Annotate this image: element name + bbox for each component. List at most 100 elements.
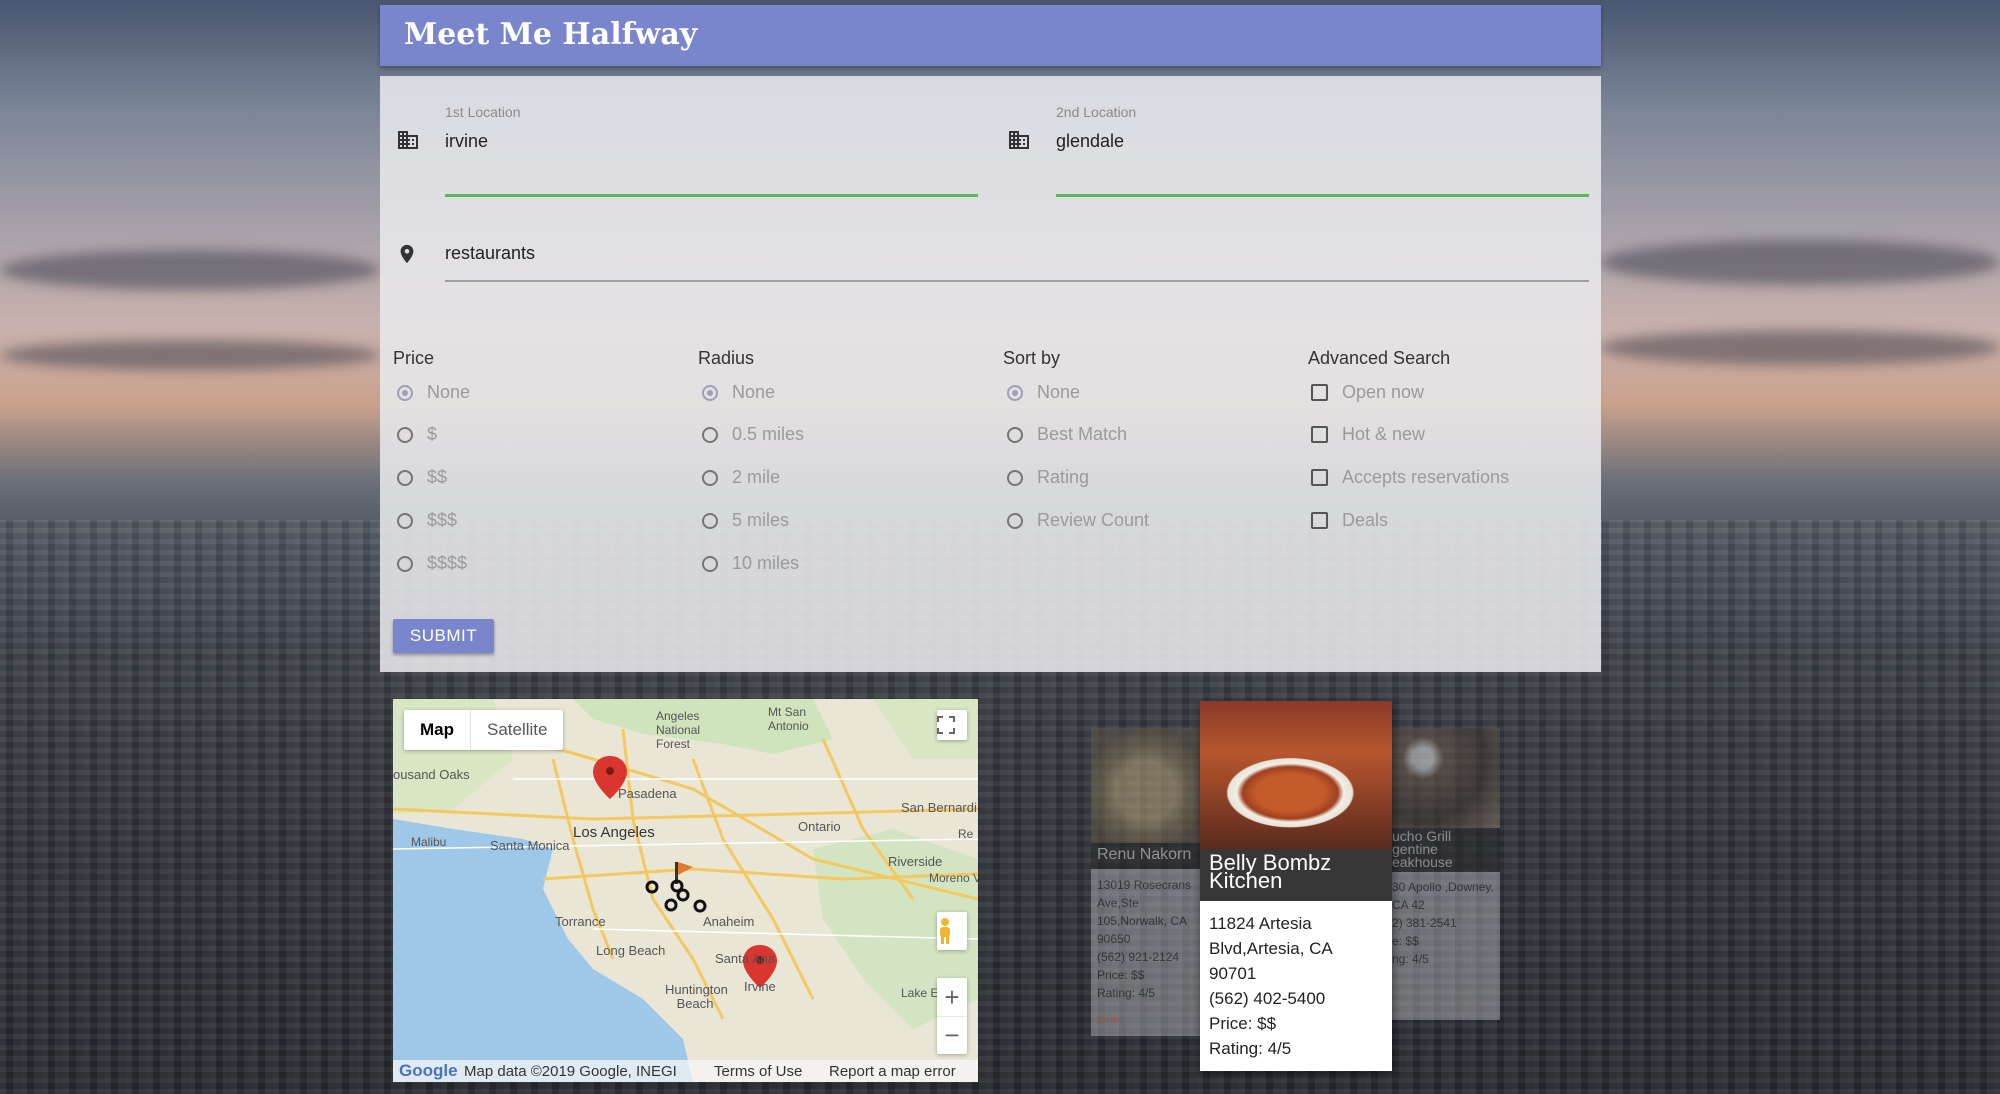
radio-icon[interactable] xyxy=(1007,470,1023,486)
report-map-error-link[interactable]: Report a map error xyxy=(829,1063,956,1080)
map-label: Angeles National Forest xyxy=(656,709,701,751)
background-cloud xyxy=(1600,330,2000,365)
radius-title: Radius xyxy=(698,348,755,368)
restaurant-info: 30 Apollo ,Downey, CA 42 2) 381-2541 e: … xyxy=(1390,878,1500,968)
restaurant-address: 13019 Rosecrans Ave,Ste 105,Norwalk, CA … xyxy=(1097,878,1192,946)
restaurant-info: 11824 Artesia Blvd,Artesia, CA 90701 (56… xyxy=(1200,911,1392,1061)
restaurant-name: Belly Bombz Kitchen xyxy=(1200,849,1392,901)
first-location-underline xyxy=(445,194,978,197)
first-location-field[interactable]: 1st Location irvine xyxy=(445,104,978,197)
sort-title: Sort by xyxy=(1003,348,1061,368)
map-label: Santa Ana xyxy=(715,951,775,966)
price-title: Price xyxy=(393,348,435,368)
second-location-input[interactable]: glendale xyxy=(1056,131,1124,152)
result-markers[interactable] xyxy=(645,879,707,913)
google-logo: Google xyxy=(399,1061,458,1080)
map-canvas xyxy=(393,699,978,1082)
second-location-underline xyxy=(1056,194,1589,197)
checkbox-icon[interactable] xyxy=(1311,469,1328,486)
radio-icon[interactable] xyxy=(397,556,413,572)
radio-icon[interactable] xyxy=(397,470,413,486)
terms-link[interactable]: Terms of Use xyxy=(714,1063,802,1080)
building-icon xyxy=(398,131,418,149)
location-pin-icon xyxy=(400,244,414,264)
restaurant-phone: (562) 402-5400 xyxy=(1209,989,1326,1008)
radio-icon[interactable] xyxy=(702,556,718,572)
radio-icon[interactable] xyxy=(1007,513,1023,529)
map-type-control: Map Satellite xyxy=(404,710,564,750)
fullscreen-icon xyxy=(937,716,955,734)
search-term-input[interactable]: restaurants xyxy=(445,243,535,264)
sort-group: Sort by None Best Match Rating Review Co… xyxy=(1003,348,1150,530)
result-card[interactable]: ucho Grill gentine eakhouse 30 Apollo ,D… xyxy=(1390,728,1500,1020)
price-group: Price None $ $$ $$$ $$$$ xyxy=(393,348,471,573)
restaurant-rating: Rating: 4/5 xyxy=(1097,986,1156,1000)
submit-button[interactable]: SUBMIT xyxy=(393,619,494,653)
restaurant-address: 11824 Artesia Blvd,Artesia, CA 90701 xyxy=(1209,914,1332,983)
map-type-map-button[interactable]: Map xyxy=(404,710,470,750)
restaurant-price: Price: $$ xyxy=(1209,1014,1277,1033)
restaurant-address: 30 Apollo ,Downey, CA 42 xyxy=(1392,880,1494,912)
map-view[interactable]: Angeles National Forest Mt San Antonio o… xyxy=(393,699,978,1082)
restaurant-link[interactable]: Link xyxy=(1097,1010,1195,1028)
restaurant-phone: 2) 381-2541 xyxy=(1392,916,1457,930)
radio-icon[interactable] xyxy=(1007,427,1023,443)
fullscreen-button[interactable] xyxy=(937,710,967,740)
pegman-icon xyxy=(940,918,950,944)
first-location-input[interactable]: irvine xyxy=(445,131,488,152)
checkbox-icon[interactable] xyxy=(1311,426,1328,443)
map-label: Anaheim xyxy=(703,914,755,929)
background-cloud xyxy=(0,340,380,370)
map-label: Huntington Beach xyxy=(665,982,728,1011)
map-label: Pasadena xyxy=(618,786,677,801)
map-type-satellite-button[interactable]: Satellite xyxy=(470,710,563,750)
map-label: San Bernardi xyxy=(901,800,977,815)
radio-icon[interactable] xyxy=(702,513,718,529)
result-card[interactable]: Renu Nakorn 13019 Rosecrans Ave,Ste 105,… xyxy=(1091,728,1201,1036)
map-label: Lake E xyxy=(901,986,939,1000)
restaurant-rating: ng: 4/5 xyxy=(1392,952,1429,966)
radius-group: Radius None 0.5 miles 2 mile 5 miles 10 … xyxy=(698,348,805,573)
map-label: Long Beach xyxy=(596,943,666,958)
radio-icon[interactable] xyxy=(397,385,413,401)
advanced-search-group: Advanced Search Open now Hot & new Accep… xyxy=(1308,348,1510,530)
street-view-button[interactable] xyxy=(937,912,967,950)
map-label: Los Angeles xyxy=(573,824,655,841)
map-label: Irvine xyxy=(744,979,776,994)
restaurant-price: Price: $$ xyxy=(1097,968,1145,982)
restaurant-price: e: $$ xyxy=(1392,934,1419,948)
map-label: Santa Monica xyxy=(490,838,570,853)
advanced-search-title: Advanced Search xyxy=(1308,348,1451,368)
restaurant-name: ucho Grill gentine eakhouse xyxy=(1390,828,1500,872)
map-label: Mt San Antonio xyxy=(768,705,809,733)
checkbox-icon[interactable] xyxy=(1311,512,1328,529)
radio-icon[interactable] xyxy=(397,427,413,443)
restaurant-info: 13019 Rosecrans Ave,Ste 105,Norwalk, CA … xyxy=(1091,876,1201,1028)
zoom-out-button[interactable]: − xyxy=(937,1016,967,1054)
restaurant-rating: Rating: 4/5 xyxy=(1209,1039,1292,1058)
restaurant-phone: (562) 921-2124 xyxy=(1097,950,1180,964)
search-form-panel: 1st Location irvine 2nd Location glendal… xyxy=(380,76,1601,672)
radio-icon[interactable] xyxy=(1007,385,1023,401)
app-header: Meet Me Halfway xyxy=(380,5,1601,66)
building-icon xyxy=(1009,131,1029,149)
search-term-field[interactable]: restaurants xyxy=(445,216,1589,282)
second-location-label: 2nd Location xyxy=(1056,104,1137,120)
restaurant-photo xyxy=(1200,701,1392,849)
map-footer: Google Map data ©2019 Google, INEGI Term… xyxy=(393,1060,978,1082)
radio-icon[interactable] xyxy=(702,427,718,443)
radio-icon[interactable] xyxy=(397,513,413,529)
radio-icon[interactable] xyxy=(702,385,718,401)
zoom-in-button[interactable]: + xyxy=(937,978,967,1016)
checkbox-icon[interactable] xyxy=(1311,384,1328,401)
map-attribution: Map data ©2019 Google, INEGI xyxy=(464,1063,677,1080)
map-label: Riverside xyxy=(888,854,943,869)
map-label: Ontario xyxy=(798,819,841,834)
restaurant-photo xyxy=(1091,728,1201,843)
result-card-active[interactable]: Belly Bombz Kitchen 11824 Artesia Blvd,A… xyxy=(1200,701,1392,1071)
radio-icon[interactable] xyxy=(702,470,718,486)
restaurant-name: Renu Nakorn xyxy=(1091,843,1201,869)
first-location-label: 1st Location xyxy=(445,104,521,120)
second-location-field[interactable]: 2nd Location glendale xyxy=(1056,104,1589,197)
map-label: Torrance xyxy=(555,914,606,929)
